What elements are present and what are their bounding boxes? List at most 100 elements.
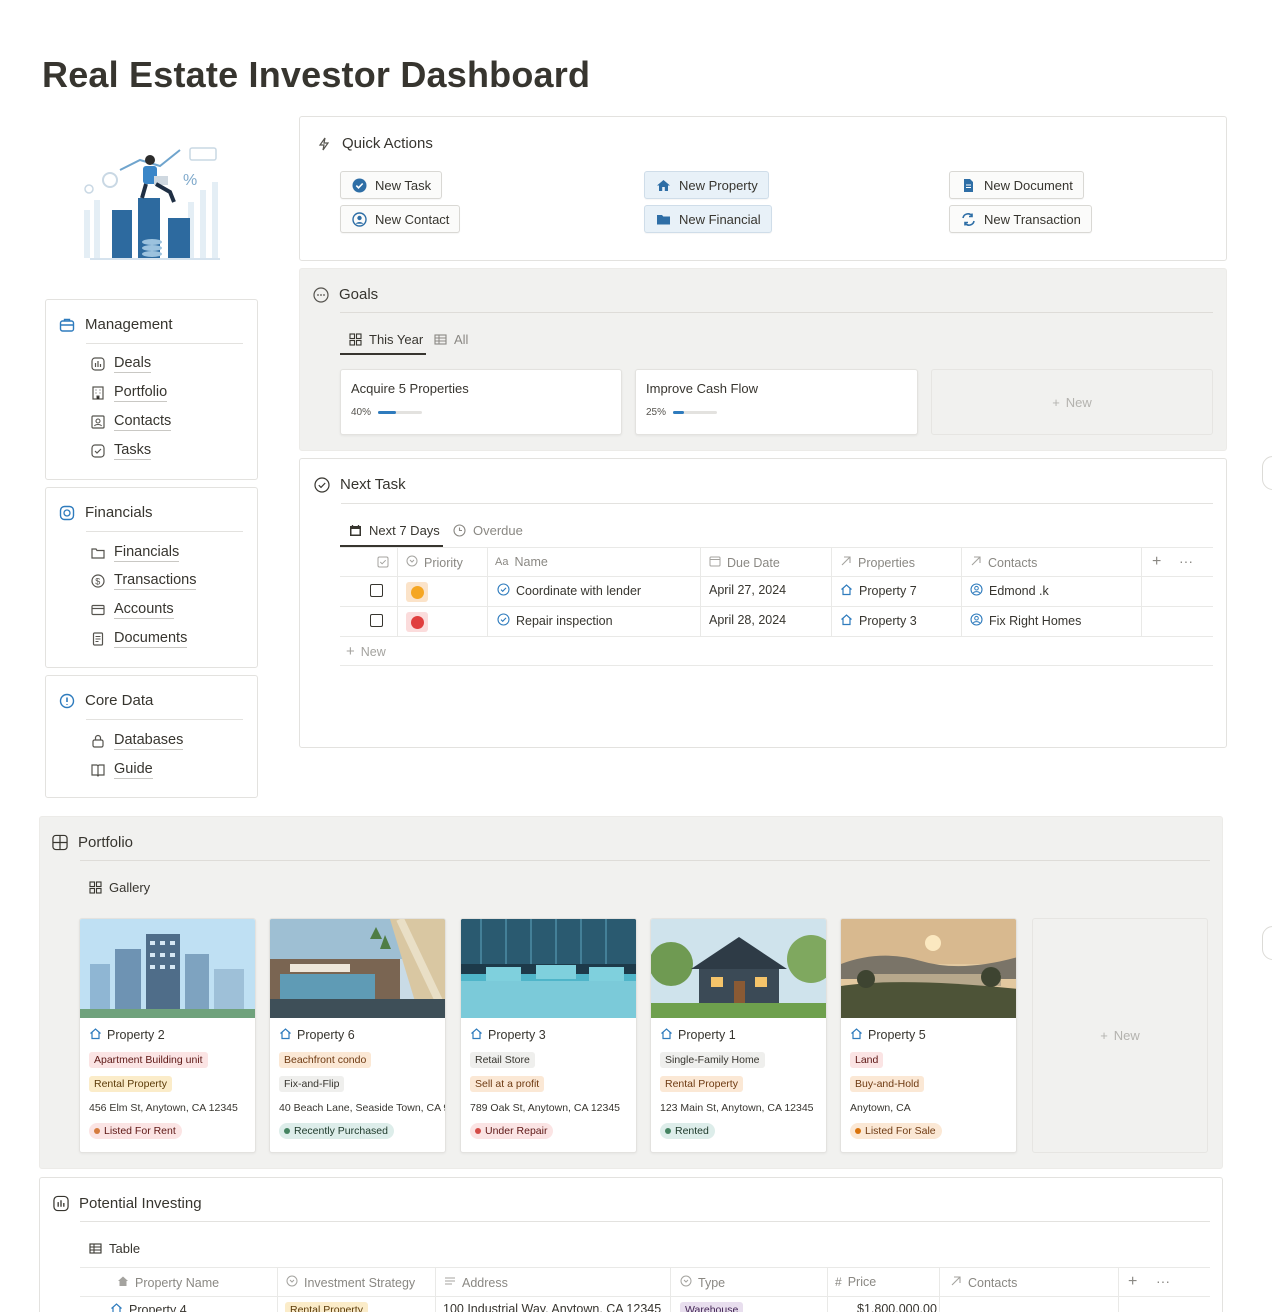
column-header-name[interactable]: Aa Name [495,555,548,569]
goals-title: Goals [339,286,379,303]
sidebar-item-contacts[interactable]: Contacts [90,413,172,431]
property-card[interactable]: Property 3 Retail Store Sell at a profit… [460,918,637,1153]
column-header-priority[interactable]: Priority [406,555,463,570]
goal-card[interactable]: Acquire 5 Properties 40% [340,369,622,435]
new-property-button[interactable]: New Property [644,171,769,199]
tab-next-7-days[interactable]: Next 7 Days [347,522,440,538]
property-address: 456 Elm St, Anytown, CA 12345 [89,1102,238,1114]
strategy-tag: Buy-and-Hold [850,1076,925,1092]
goal-card[interactable]: Improve Cash Flow 25% [635,369,918,435]
property-card[interactable]: Property 2 Apartment Building unit Renta… [79,918,256,1153]
new-contact-button[interactable]: New Contact [340,205,461,233]
property-card[interactable]: Property 1 Single-Family Home Rental Pro… [650,918,827,1153]
plus-icon: + [1052,394,1060,410]
property-address: Anytown, CA [850,1102,911,1114]
column-header-type[interactable]: Type [680,1275,725,1290]
add-column-icon[interactable]: + [1128,1273,1137,1291]
property-name: Property 3 [470,1027,546,1043]
next-task-header: Next Task [314,476,406,493]
investment-property-name[interactable]: Property 4 [110,1302,187,1312]
potential-investing-title: Potential Investing [79,1195,202,1212]
edge-handle[interactable] [1262,456,1272,490]
select-all-checkbox[interactable] [377,556,389,568]
new-task-row-button[interactable]: + New [346,643,386,660]
column-header-property-name[interactable]: Property Name [117,1275,219,1290]
info-icon [59,693,75,709]
column-header-investment-strategy[interactable]: Investment Strategy [286,1275,415,1290]
new-property-card-button[interactable]: + New [1032,918,1208,1153]
sidebar-item-label: Contacts [114,413,172,431]
goal-name: Acquire 5 Properties [351,381,469,396]
column-header-contacts[interactable]: Contacts [950,1275,1017,1290]
status-badge: Recently Purchased [279,1123,394,1139]
task-due-date: April 28, 2024 [709,613,787,627]
sidebar-item-label: Financials [114,544,180,562]
text-icon: Aa [495,556,509,568]
core-data-title: Core Data [85,692,154,709]
new-goal-button[interactable]: + New [931,369,1213,435]
relation-arrow-icon [950,1275,962,1290]
management-panel: Management Deals Portfolio Contacts Task… [45,299,258,480]
house-outline-icon [850,1027,863,1043]
house-outline-icon [470,1027,483,1043]
add-column-icon[interactable]: + [1152,553,1161,571]
more-options-icon[interactable]: ··· [1179,553,1193,569]
credit-card-icon [90,602,106,618]
property-image [80,919,255,1018]
new-transaction-button[interactable]: New Transaction [949,205,1092,233]
tab-table[interactable]: Table [87,1240,140,1256]
property-address: 40 Beach Lane, Seaside Town, CA 9 [279,1102,446,1114]
task-property-link[interactable]: Property 7 [840,583,917,599]
tab-overdue[interactable]: Overdue [451,522,523,538]
task-due-date: April 27, 2024 [709,583,787,597]
property-card[interactable]: Property 5 Land Buy-and-Hold Anytown, CA… [840,918,1017,1153]
task-contact-link[interactable]: Edmond .k [970,583,1049,599]
sidebar-item-deals[interactable]: Deals [90,355,152,373]
task-name[interactable]: Coordinate with lender [497,583,641,599]
more-options-icon[interactable]: ··· [1156,1273,1170,1289]
new-task-button[interactable]: New Task [340,171,443,199]
portfolio-header: Portfolio [52,834,133,851]
bolt-icon [316,136,332,152]
new-document-button[interactable]: New Document [949,171,1084,199]
goal-progress-bar [378,411,422,414]
tab-all[interactable]: All [432,331,468,347]
sidebar-item-tasks[interactable]: Tasks [90,442,152,460]
edge-handle[interactable] [1262,926,1272,960]
potential-investing-header: Potential Investing [53,1195,202,1212]
check-circle-icon [351,177,367,193]
column-header-properties[interactable]: Properties [840,555,915,570]
property-card[interactable]: Property 6 Beachfront condo Fix-and-Flip… [269,918,446,1153]
sidebar-item-databases[interactable]: Databases [90,732,184,750]
task-name[interactable]: Repair inspection [497,613,613,629]
sidebar-item-label: Accounts [114,601,174,619]
column-header-contacts[interactable]: Contacts [970,555,1037,570]
property-name: Property 5 [850,1027,926,1043]
tab-this-year[interactable]: This Year [347,331,423,347]
property-image [651,919,826,1018]
bar-chart-icon [53,1195,69,1212]
sidebar-item-portfolio[interactable]: Portfolio [90,384,168,402]
task-checkbox[interactable] [370,584,383,597]
task-contact-link[interactable]: Fix Right Homes [970,613,1081,629]
sidebar-item-accounts[interactable]: Accounts [90,601,174,619]
house-outline-icon [279,1027,292,1043]
tab-gallery[interactable]: Gallery [87,879,150,895]
sidebar-item-financials[interactable]: Financials [90,544,180,562]
property-type-tag: Single-Family Home [660,1052,765,1068]
column-header-price[interactable]: # Price [835,1275,876,1289]
user-circle-outline-icon [970,613,983,629]
sidebar-item-guide[interactable]: Guide [90,761,153,779]
contact-card-icon [90,414,106,430]
new-financial-button[interactable]: New Financial [644,205,772,233]
next-task-panel: Next Task Next 7 Days Overdue Priority A… [299,458,1227,748]
plus-icon: + [346,643,355,660]
task-checkbox[interactable] [370,614,383,627]
column-header-address[interactable]: Address [444,1275,508,1290]
column-header-due-date[interactable]: Due Date [709,555,780,570]
sidebar-item-transactions[interactable]: $ Transactions [90,572,197,590]
sidebar-item-documents[interactable]: Documents [90,630,188,648]
financials-panel: Financials Financials $ Transactions Acc… [45,487,258,668]
check-circle-outline-icon [314,476,330,493]
task-property-link[interactable]: Property 3 [840,613,917,629]
